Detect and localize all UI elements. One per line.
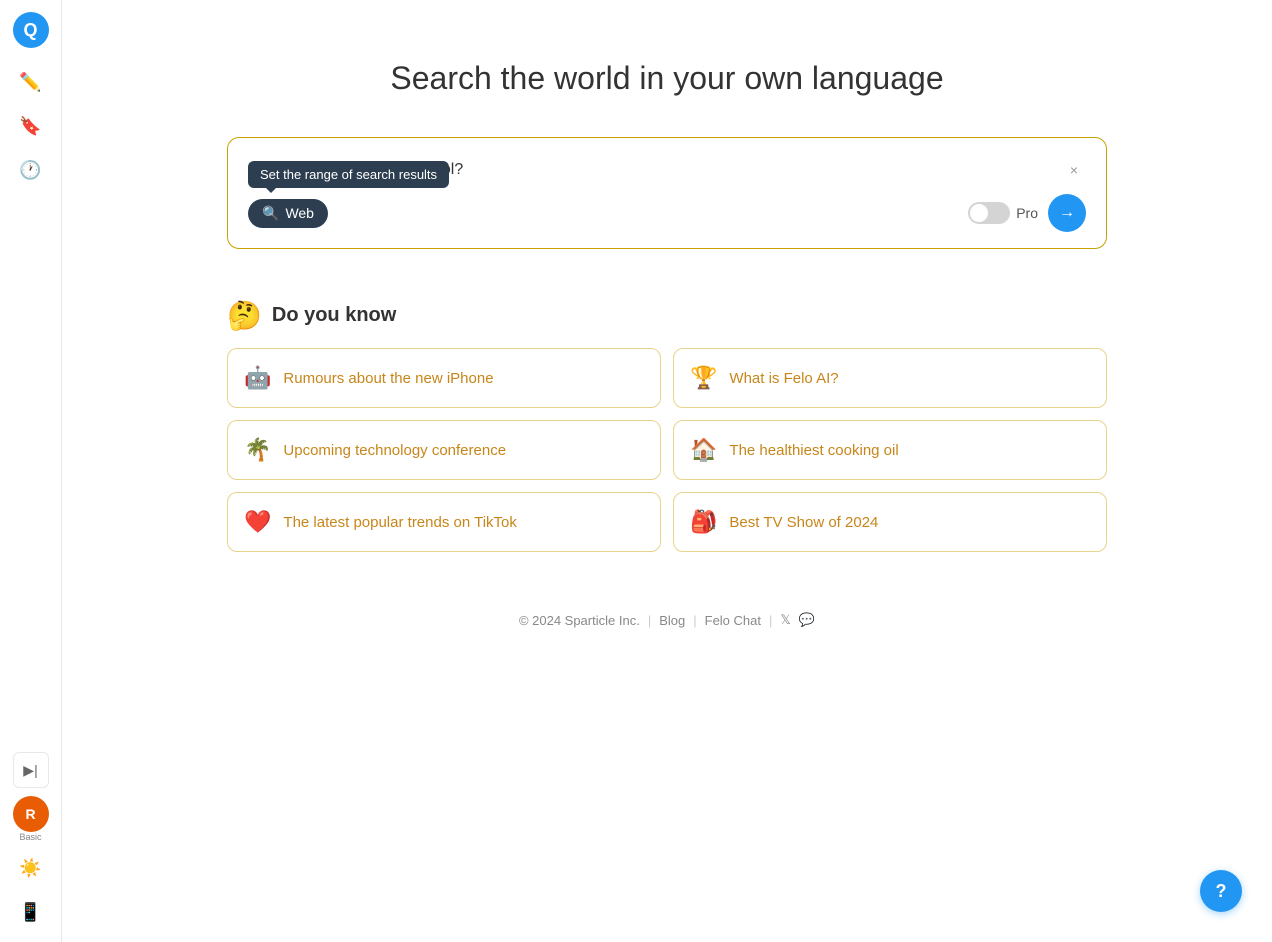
card-cooking-oil[interactable]: 🏠 The healthiest cooking oil [673,420,1107,480]
do-you-know-emoji: 🤔 [227,299,262,332]
card-emoji-tech-conf: 🌴 [244,437,271,463]
do-you-know-section: 🤔 Do you know 🤖 Rumours about the new iP… [227,299,1107,552]
card-tech-conf[interactable]: 🌴 Upcoming technology conference [227,420,661,480]
search-icon: 🔍 [262,205,279,222]
card-tv-show[interactable]: 🎒 Best TV Show of 2024 [673,492,1107,552]
sidebar: Q ✏️ 🔖 🕐 ▶| R Basic ☀️ 📱 [0,0,62,942]
submit-icon: → [1059,204,1075,222]
card-emoji-felo: 🏆 [690,365,717,391]
card-text-felo: What is Felo AI? [729,370,838,387]
card-text-iphone: Rumours about the new iPhone [283,370,493,387]
card-text-tv-show: Best TV Show of 2024 [729,514,878,531]
pro-label: Pro [1016,205,1038,221]
history-icon: 🕐 [19,160,41,181]
search-box: Do eggs increase cholesterol? × Set the … [227,137,1107,249]
card-emoji-cooking-oil: 🏠 [690,437,717,463]
card-text-cooking-oil: The healthiest cooking oil [729,442,898,459]
search-submit-button[interactable]: → [1048,194,1086,232]
footer: © 2024 Sparticle Inc. | Blog | Felo Chat… [519,612,815,628]
card-felo[interactable]: 🏆 What is Felo AI? [673,348,1107,408]
discord-link[interactable]: 💬 [799,612,815,628]
avatar-initial: R [25,806,35,822]
card-text-tiktok: The latest popular trends on TikTok [283,514,516,531]
sidebar-item-bookmarks[interactable]: 🔖 [13,108,49,144]
logo-icon: Q [23,20,37,41]
card-emoji-tiktok: ❤️ [244,509,271,535]
cards-grid: 🤖 Rumours about the new iPhone 🏆 What is… [227,348,1107,552]
card-emoji-iphone: 🤖 [244,365,271,391]
twitter-link[interactable]: 𝕏 [780,612,790,628]
new-chat-icon: ✏️ [19,72,41,93]
card-emoji-tv-show: 🎒 [690,509,717,535]
card-iphone[interactable]: 🤖 Rumours about the new iPhone [227,348,661,408]
search-query-text: Do eggs increase cholesterol? [248,161,1062,179]
blog-link[interactable]: Blog [659,613,685,628]
avatar-sublabel: Basic [19,832,41,842]
bookmark-icon: 🔖 [19,116,41,137]
clear-search-button[interactable]: × [1062,158,1086,182]
felo-chat-link[interactable]: Felo Chat [705,613,761,628]
web-search-button[interactable]: 🔍 Web [248,199,328,228]
page-title: Search the world in your own language [390,60,943,97]
mobile-button[interactable]: 📱 [13,894,49,930]
copyright: © 2024 Sparticle Inc. [519,613,640,628]
card-text-tech-conf: Upcoming technology conference [283,442,506,459]
sun-icon: ☀️ [19,858,41,879]
phone-icon: 📱 [19,902,41,923]
main-content: Search the world in your own language Do… [62,0,1272,942]
collapse-icon: ▶| [23,762,37,779]
theme-toggle[interactable]: ☀️ [13,850,49,886]
help-button[interactable]: ? [1200,870,1242,912]
sidebar-item-new-chat[interactable]: ✏️ [13,64,49,100]
collapse-sidebar-button[interactable]: ▶| [13,752,49,788]
pro-toggle[interactable]: Pro [968,202,1038,224]
sidebar-item-history[interactable]: 🕐 [13,152,49,188]
card-tiktok[interactable]: ❤️ The latest popular trends on TikTok [227,492,661,552]
user-avatar[interactable]: R [13,796,49,832]
web-button-label: Web [285,205,314,221]
do-you-know-title: Do you know [272,304,396,327]
logo-button[interactable]: Q [13,12,49,48]
toggle-switch[interactable] [968,202,1010,224]
help-icon: ? [1216,881,1227,902]
